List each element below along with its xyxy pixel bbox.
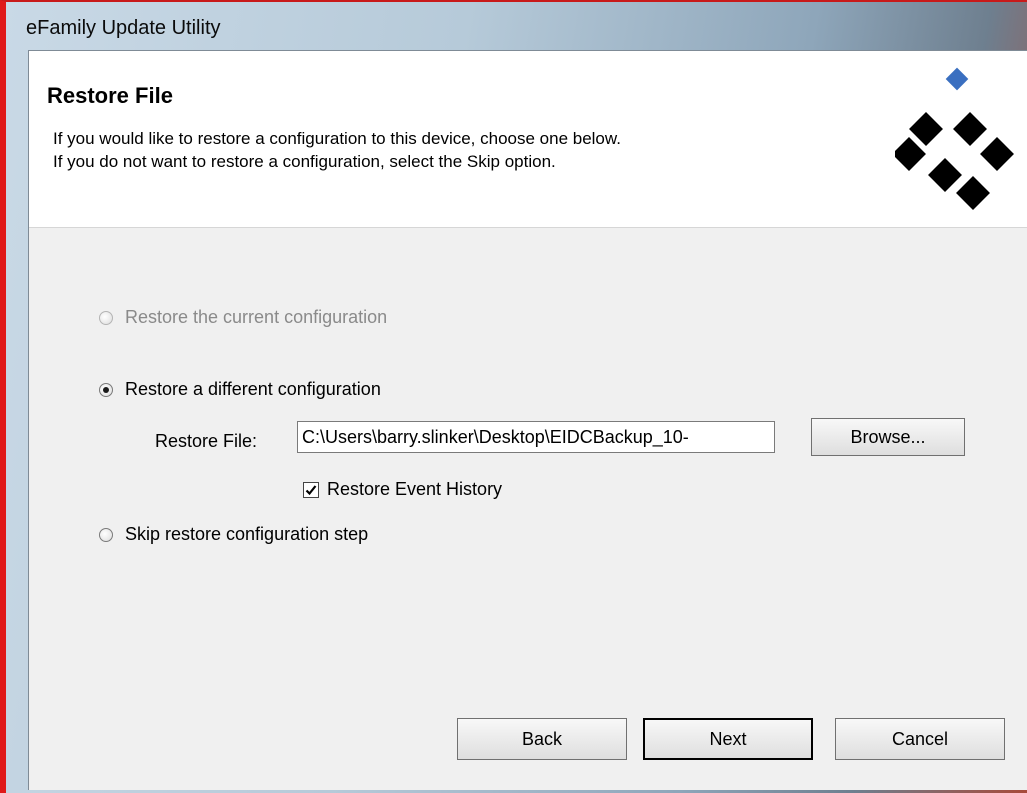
radio-skip-restore[interactable]: Skip restore configuration step <box>99 524 368 545</box>
back-button[interactable]: Back <box>457 718 627 760</box>
cancel-button[interactable]: Cancel <box>835 718 1005 760</box>
window-title: eFamily Update Utility <box>26 17 221 39</box>
radio-label: Skip restore configuration step <box>125 524 369 544</box>
radio-button[interactable] <box>99 382 113 397</box>
checkbox-box[interactable] <box>303 481 319 498</box>
radio-restore-different[interactable]: Restore a different configuration <box>99 379 381 400</box>
title-bar[interactable]: eFamily Update Utility <box>12 4 1027 50</box>
page-description: If you would like to restore a configura… <box>53 127 621 173</box>
browse-button[interactable]: Browse... <box>811 418 965 456</box>
radio-label: Restore a different configuration <box>125 379 381 399</box>
dialog-client-area: Restore File If you would like to restor… <box>28 50 1027 790</box>
checkmark-icon <box>305 484 317 495</box>
radio-restore-current[interactable]: Restore the current configuration <box>99 307 387 328</box>
next-button[interactable]: Next <box>643 718 813 760</box>
diamond-grid-logo-icon <box>895 67 1014 210</box>
dialog-window: eFamily Update Utility Restore File If y… <box>0 0 1027 793</box>
logo-diamond <box>909 112 943 146</box>
logo-diamond <box>980 137 1014 171</box>
description-line-1: If you would like to restore a configura… <box>53 129 621 148</box>
logo-diamond <box>928 158 962 192</box>
radio-button[interactable] <box>99 527 113 542</box>
description-line-2: If you do not want to restore a configur… <box>53 152 556 171</box>
logo-accent-diamond <box>945 67 969 91</box>
page-title: Restore File <box>47 83 173 108</box>
radio-label: Restore the current configuration <box>125 307 388 327</box>
logo-diamond <box>956 176 990 210</box>
restore-file-label: Restore File: <box>155 431 258 451</box>
restore-event-history-checkbox[interactable]: Restore Event History <box>303 479 502 500</box>
restore-file-path-input[interactable] <box>297 421 775 453</box>
logo-diamond <box>895 137 926 171</box>
checkbox-label: Restore Event History <box>327 479 503 499</box>
logo-diamond <box>953 112 987 146</box>
wizard-header: Restore File If you would like to restor… <box>29 51 1027 228</box>
radio-button[interactable] <box>99 310 113 325</box>
